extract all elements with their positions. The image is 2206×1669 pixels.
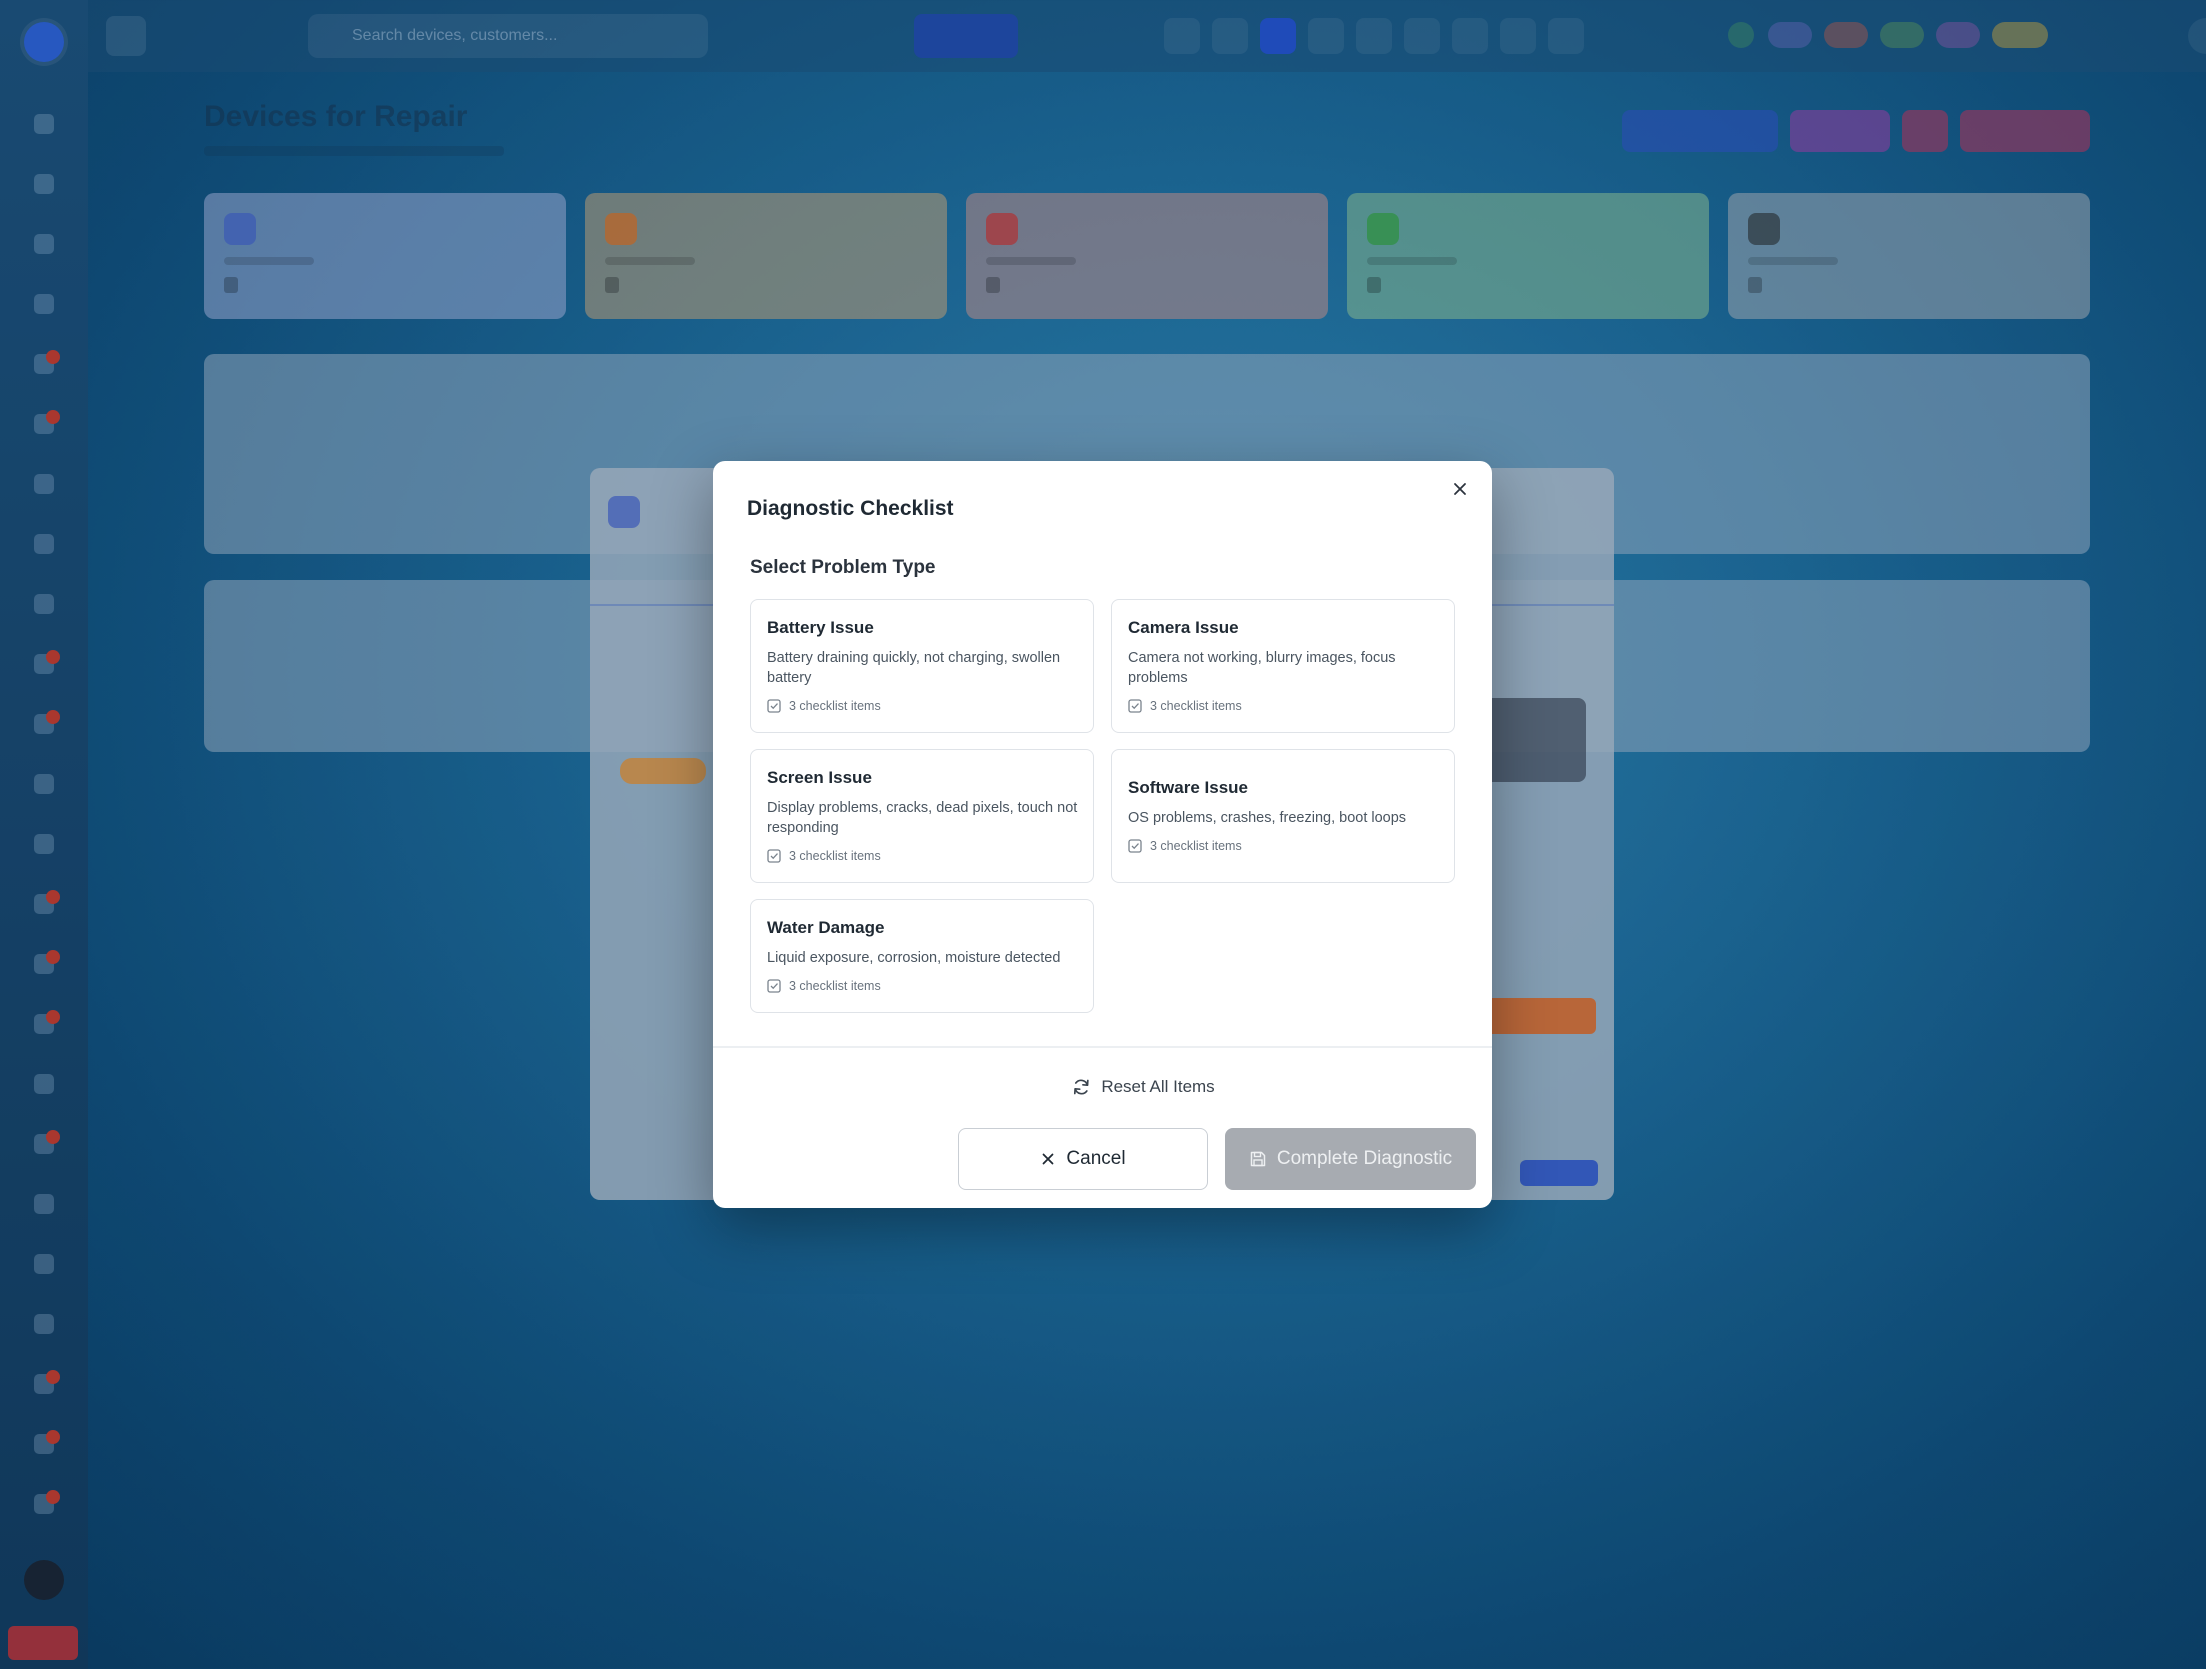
diagnostic-checklist-modal: Diagnostic Checklist Select Problem Type… bbox=[713, 461, 1492, 1208]
cancel-button[interactable]: Cancel bbox=[958, 1128, 1208, 1190]
x-icon bbox=[1043, 1153, 1054, 1165]
card-description: Battery draining quickly, not charging, … bbox=[767, 650, 1061, 686]
complete-diagnostic-button[interactable]: Complete Diagnostic bbox=[1225, 1128, 1476, 1190]
checklist-count: 3 checklist items bbox=[789, 699, 881, 713]
complete-label: Complete Diagnostic bbox=[1276, 1148, 1453, 1169]
checklist-count: 3 checklist items bbox=[789, 979, 881, 993]
reset-all-button[interactable]: Reset All Items bbox=[1071, 1077, 1215, 1097]
card-meta: 3 checklist items bbox=[1128, 699, 1242, 713]
card-meta: 3 checklist items bbox=[767, 849, 881, 863]
footer-divider bbox=[713, 1046, 1492, 1048]
card-meta: 3 checklist items bbox=[767, 979, 881, 993]
save-icon bbox=[1250, 1151, 1266, 1167]
card-title: Camera Issue bbox=[1128, 618, 1239, 637]
checklist-count: 3 checklist items bbox=[1150, 839, 1242, 853]
section-label: Select Problem Type bbox=[750, 557, 936, 578]
problem-card-camera[interactable]: Camera Issue Camera not working, blurry … bbox=[1111, 599, 1455, 733]
checkbox-icon bbox=[767, 979, 781, 993]
problem-card-water[interactable]: Water Damage Liquid exposure, corrosion,… bbox=[750, 899, 1094, 1013]
card-meta: 3 checklist items bbox=[1128, 839, 1242, 853]
checklist-count: 3 checklist items bbox=[1150, 699, 1242, 713]
checkbox-icon bbox=[767, 699, 781, 713]
card-description: Liquid exposure, corrosion, moisture det… bbox=[767, 950, 1061, 966]
card-description: Camera not working, blurry images, focus… bbox=[1128, 650, 1396, 686]
card-description: OS problems, crashes, freezing, boot loo… bbox=[1128, 810, 1407, 826]
card-title: Software Issue bbox=[1128, 778, 1248, 797]
card-title: Water Damage bbox=[767, 918, 885, 937]
refresh-icon bbox=[1073, 1079, 1089, 1095]
cancel-label: Cancel bbox=[1066, 1148, 1126, 1169]
checklist-count: 3 checklist items bbox=[789, 849, 881, 863]
checkbox-icon bbox=[1128, 839, 1142, 853]
problem-card-software[interactable]: Software Issue OS problems, crashes, fre… bbox=[1111, 749, 1455, 883]
card-title: Battery Issue bbox=[767, 618, 874, 637]
close-icon[interactable] bbox=[1446, 475, 1474, 503]
card-description: Display problems, cracks, dead pixels, t… bbox=[767, 800, 1078, 836]
modal-title: Diagnostic Checklist bbox=[747, 497, 954, 520]
checkbox-icon bbox=[1128, 699, 1142, 713]
card-meta: 3 checklist items bbox=[767, 699, 881, 713]
card-title: Screen Issue bbox=[767, 768, 872, 787]
problem-card-battery[interactable]: Battery Issue Battery draining quickly, … bbox=[750, 599, 1094, 733]
problem-card-screen[interactable]: Screen Issue Display problems, cracks, d… bbox=[750, 749, 1094, 883]
checkbox-icon bbox=[767, 849, 781, 863]
reset-label: Reset All Items bbox=[1101, 1077, 1215, 1096]
